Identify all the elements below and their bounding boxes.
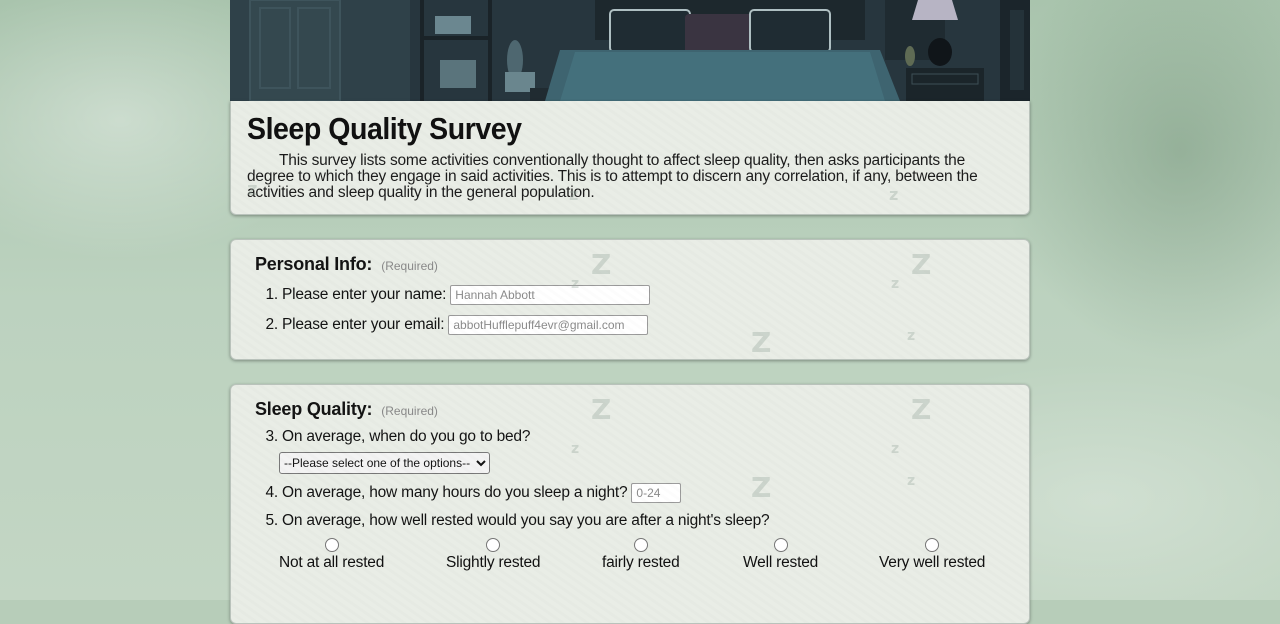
question-number: 2. [265, 316, 278, 333]
required-note: (Required) [381, 259, 438, 273]
bedroom-illustration [230, 0, 1030, 101]
survey-form: Z Z z z Z z Personal Info: (Required) 1.… [230, 239, 1030, 624]
radio-label: Well rested [743, 554, 819, 571]
personal-info-section: Z Z z z Z z Personal Info: (Required) 1.… [230, 239, 1030, 360]
question-row: 5. On average, how well rested would you… [255, 512, 1005, 530]
radio-label: Not at all rested [279, 554, 385, 571]
question-hours: 4. On average, how many hours do you sle… [255, 483, 1005, 503]
email-input[interactable] [448, 315, 649, 335]
name-input[interactable] [450, 285, 651, 305]
question-label: On average, how well rested would you sa… [282, 512, 770, 529]
question-bedtime: 3. On average, when do you go to bed? --… [255, 428, 1005, 474]
radio-option-slightly-rested[interactable]: Slightly rested [446, 538, 541, 572]
question-number: 5. [265, 512, 278, 529]
radio-button[interactable] [324, 538, 339, 552]
radio-option-not-rested[interactable]: Not at all rested [279, 538, 384, 572]
radio-option-fairly-rested[interactable]: fairly rested [602, 538, 680, 572]
question-row: 3. On average, when do you go to bed? [255, 428, 1005, 446]
radio-label: fairly rested [602, 554, 680, 571]
bedroom-header-image [230, 0, 1030, 101]
hours-input[interactable] [631, 483, 682, 503]
section-title: Sleep Quality: [255, 399, 373, 419]
survey-header-card: z z z Sleep Quality Survey This survey l… [230, 101, 1030, 215]
required-note: (Required) [381, 404, 438, 418]
radio-button[interactable] [773, 538, 788, 552]
question-rested: 5. On average, how well rested would you… [255, 512, 1005, 578]
question-label: Please enter your email: [282, 316, 445, 333]
bedtime-select[interactable]: --Please select one of the options-- [279, 452, 490, 474]
radio-button[interactable] [486, 538, 501, 552]
question-label: On average, when do you go to bed? [282, 428, 531, 445]
section-header: Sleep Quality: (Required) [255, 399, 1005, 420]
survey-page: z z z Sleep Quality Survey This survey l… [230, 0, 1030, 624]
question-email: 2. Please enter your email: [255, 315, 1005, 335]
bedtime-select-row: --Please select one of the options-- [279, 452, 1005, 474]
question-number: 1. [265, 286, 278, 303]
question-number: 4. [265, 484, 278, 501]
survey-intro: This survey lists some activities conven… [247, 152, 978, 201]
question-label: Please enter your name: [282, 286, 447, 303]
personal-questions: 1. Please enter your name: 2. Please ent… [255, 285, 1005, 335]
rested-radio-group: Not at all rested Slightly rested fairly… [255, 538, 1005, 578]
question-label: On average, how many hours do you sleep … [282, 484, 628, 501]
radio-label: Very well rested [879, 554, 986, 571]
section-title: Personal Info: [255, 254, 373, 274]
radio-option-well-rested[interactable]: Well rested [743, 538, 818, 572]
page-title: Sleep Quality Survey [247, 111, 522, 146]
question-name: 1. Please enter your name: [255, 285, 1005, 305]
radio-option-very-well-rested[interactable]: Very well rested [879, 538, 985, 572]
sleep-quality-section: Z Z z z Z z Sleep Quality: (Required) 3.… [230, 384, 1030, 624]
radio-button[interactable] [925, 538, 940, 552]
section-header: Personal Info: (Required) [255, 254, 1005, 275]
radio-button[interactable] [633, 538, 648, 552]
question-number: 3. [265, 428, 278, 445]
radio-label: Slightly rested [446, 554, 541, 571]
sleep-questions: 3. On average, when do you go to bed? --… [255, 428, 1005, 578]
